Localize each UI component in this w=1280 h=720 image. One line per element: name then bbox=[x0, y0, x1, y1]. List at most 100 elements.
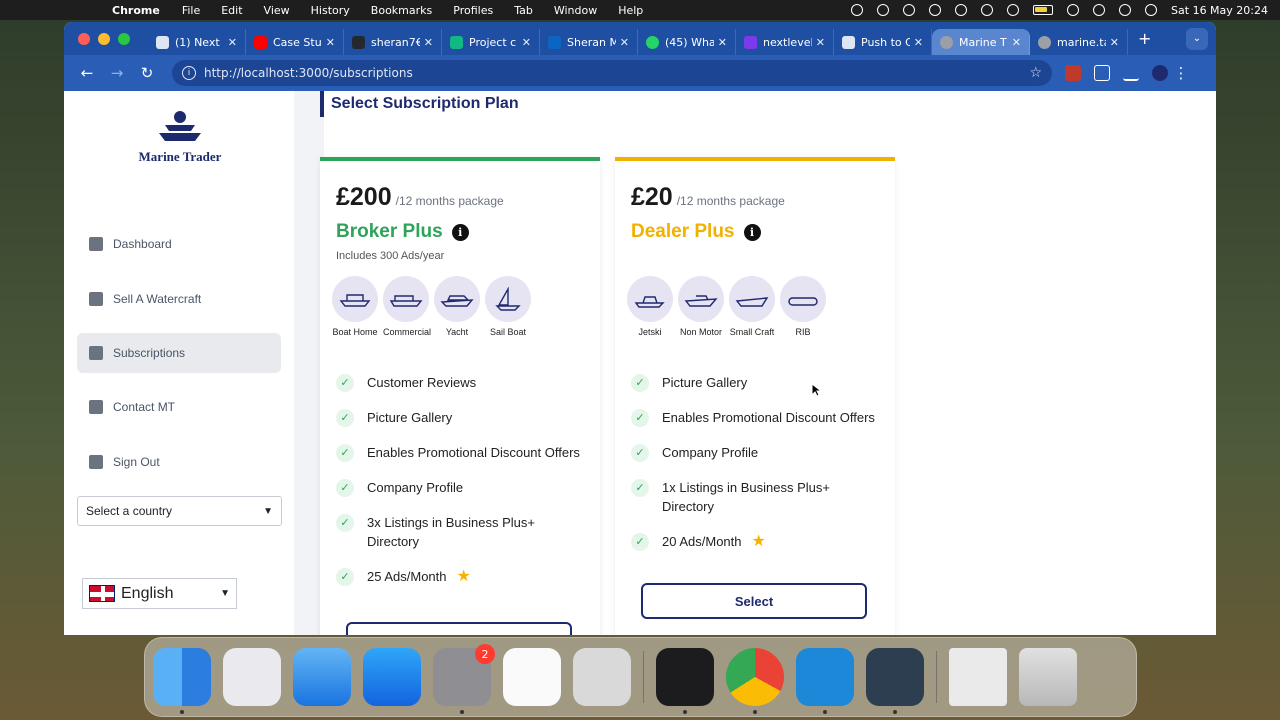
language-select[interactable]: English ▼ bbox=[82, 578, 237, 609]
close-tab-icon[interactable]: ✕ bbox=[326, 36, 335, 49]
logo[interactable]: Marine Trader bbox=[132, 109, 228, 165]
chevron-down-icon: ▼ bbox=[263, 505, 273, 517]
activity-monitor-icon[interactable] bbox=[656, 648, 714, 714]
feature-item: ✓ Picture Gallery bbox=[336, 408, 586, 427]
close-tab-icon[interactable]: ✕ bbox=[228, 36, 237, 49]
app-store-icon[interactable] bbox=[363, 648, 421, 706]
close-tab-icon[interactable]: ✕ bbox=[1012, 36, 1021, 49]
info-icon[interactable]: i bbox=[451, 223, 469, 241]
new-tab-button[interactable]: + bbox=[1138, 29, 1151, 48]
tab-nextlevel[interactable]: nextlevel ✕ bbox=[736, 29, 834, 55]
globe-icon bbox=[940, 35, 953, 49]
close-tab-icon[interactable]: ✕ bbox=[914, 36, 923, 49]
sidebar-item-sell-watercraft[interactable]: Sell A Watercraft bbox=[77, 279, 281, 319]
tab-search-button[interactable]: ⌄ bbox=[1186, 27, 1208, 50]
close-tab-icon[interactable]: ✕ bbox=[620, 36, 629, 49]
select-plan-button[interactable]: Select bbox=[641, 583, 867, 619]
plan-price: £200/12 months package bbox=[336, 183, 504, 212]
shield-icon[interactable] bbox=[877, 4, 890, 16]
menu-history[interactable]: History bbox=[311, 4, 350, 17]
finder-icon[interactable] bbox=[153, 648, 211, 714]
tab-whatsapp[interactable]: (45) Wha ✕ bbox=[638, 29, 736, 55]
craft-label: Sail Boat bbox=[489, 327, 527, 337]
tab-push[interactable]: Push to C ✕ bbox=[834, 29, 932, 55]
tab-github[interactable]: sheran7€ ✕ bbox=[344, 29, 442, 55]
extensions-puzzle-icon[interactable] bbox=[1094, 65, 1110, 81]
sidebar-item-dashboard[interactable]: Dashboard bbox=[77, 224, 281, 264]
menu-help[interactable]: Help bbox=[618, 4, 643, 17]
plan-ads-note: Includes 300 Ads/year bbox=[336, 250, 445, 262]
trash-icon[interactable] bbox=[1019, 648, 1077, 706]
settings-icon[interactable] bbox=[903, 4, 916, 16]
bluetooth-icon[interactable] bbox=[1007, 4, 1020, 16]
menu-profiles[interactable]: Profiles bbox=[453, 4, 493, 17]
menu-bookmarks[interactable]: Bookmarks bbox=[371, 4, 432, 17]
address-bar[interactable]: i http://localhost:3000/subscriptions ☆ bbox=[172, 60, 1052, 86]
zoom-window-button[interactable] bbox=[118, 32, 130, 45]
tab-project[interactable]: Project c ✕ bbox=[442, 29, 540, 55]
back-button[interactable]: ← bbox=[74, 64, 100, 82]
menu-file[interactable]: File bbox=[182, 4, 200, 17]
battery-icon[interactable] bbox=[1033, 5, 1054, 15]
menu-window[interactable]: Window bbox=[554, 4, 597, 17]
nextlevel-icon bbox=[744, 35, 757, 49]
tab-linkedin[interactable]: Sheran M ✕ bbox=[540, 29, 638, 55]
control-center-icon[interactable] bbox=[1119, 4, 1132, 16]
downloads-stack-icon[interactable] bbox=[949, 648, 1007, 706]
menu-tab[interactable]: Tab bbox=[514, 4, 533, 17]
bookmark-star-icon[interactable]: ☆ bbox=[1029, 65, 1042, 81]
system-settings-icon[interactable]: 2 bbox=[433, 644, 495, 714]
search-icon[interactable] bbox=[1093, 4, 1106, 16]
site-info-icon[interactable]: i bbox=[182, 66, 196, 80]
tab-youtube[interactable]: Case Stu ✕ bbox=[246, 29, 344, 55]
forward-button[interactable]: → bbox=[104, 64, 130, 82]
more-menu-icon[interactable]: ⋮ bbox=[1168, 64, 1194, 82]
close-tab-icon[interactable]: ✕ bbox=[424, 36, 433, 49]
info-icon[interactable]: i bbox=[743, 223, 761, 241]
sidebar-item-subscriptions[interactable]: Subscriptions bbox=[77, 333, 281, 373]
sidebar-item-sign-out[interactable]: Sign Out bbox=[77, 442, 281, 482]
plan-name: Dealer Plus i bbox=[631, 221, 761, 243]
siri-icon[interactable] bbox=[1145, 4, 1158, 16]
running-indicator bbox=[460, 710, 464, 714]
media-control-icon[interactable] bbox=[1123, 65, 1139, 81]
profile-avatar[interactable] bbox=[1152, 65, 1168, 81]
tab-bar: (1) Next ✕ Case Stu ✕ sheran7€ ✕ Project c ✕… bbox=[64, 22, 1216, 55]
expires-button[interactable]: Expires on: 2027- 05 -16 bbox=[346, 622, 572, 635]
check-icon: ✓ bbox=[336, 568, 354, 586]
reload-button[interactable]: ↻ bbox=[134, 64, 160, 82]
wifi-icon[interactable] bbox=[1067, 4, 1080, 16]
close-tab-icon[interactable]: ✕ bbox=[1110, 36, 1119, 49]
sidebar: Marine Trader Dashboard Sell A Watercraf… bbox=[64, 91, 294, 635]
chrome-icon[interactable] bbox=[726, 648, 784, 714]
launchpad-icon[interactable] bbox=[223, 648, 281, 706]
plan-name: Broker Plus i bbox=[336, 221, 469, 243]
youtube-icon[interactable] bbox=[929, 4, 942, 16]
close-tab-icon[interactable]: ✕ bbox=[522, 36, 531, 49]
record-icon[interactable] bbox=[851, 4, 864, 16]
craft-small-craft: Small Craft bbox=[729, 276, 775, 339]
iphone-mirroring-icon[interactable] bbox=[573, 648, 631, 706]
sidebar-item-contact[interactable]: Contact MT bbox=[77, 387, 281, 427]
tab-notion[interactable]: (1) Next ✕ bbox=[148, 29, 246, 55]
country-select[interactable]: Select a country ▼ bbox=[77, 496, 282, 526]
mail-app-icon[interactable] bbox=[293, 648, 351, 706]
tab-marine[interactable]: marine.ta ✕ bbox=[1030, 29, 1128, 55]
yacht-icon bbox=[434, 276, 480, 322]
menu-clock[interactable]: Sat 16 May 20:24 bbox=[1171, 4, 1268, 17]
close-tab-icon[interactable]: ✕ bbox=[718, 36, 727, 49]
play-icon[interactable] bbox=[981, 4, 994, 16]
close-window-button[interactable] bbox=[78, 32, 90, 45]
extension-icon[interactable] bbox=[1065, 65, 1081, 81]
mouse-cursor-icon bbox=[811, 383, 821, 397]
minimize-window-button[interactable] bbox=[98, 32, 110, 45]
menu-edit[interactable]: Edit bbox=[221, 4, 242, 17]
menu-view[interactable]: View bbox=[264, 4, 290, 17]
tab-marine-active[interactable]: Marine T ✕ bbox=[932, 29, 1030, 55]
menu-app-name[interactable]: Chrome bbox=[112, 4, 160, 17]
close-tab-icon[interactable]: ✕ bbox=[816, 36, 825, 49]
quicktime-icon[interactable] bbox=[866, 648, 924, 714]
vscode-icon[interactable] bbox=[796, 648, 854, 714]
keyboard-icon[interactable] bbox=[955, 4, 968, 16]
textedit-icon[interactable] bbox=[503, 648, 561, 706]
